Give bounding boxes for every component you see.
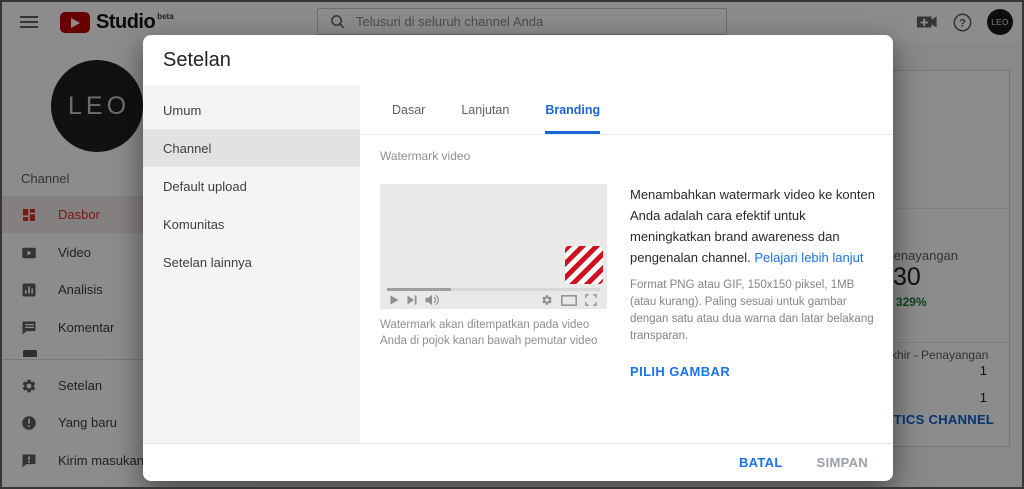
cancel-button[interactable]: BATAL xyxy=(731,451,791,474)
settings-content: Dasar Lanjutan Branding Watermark video xyxy=(360,85,893,443)
video-player-preview xyxy=(380,184,607,309)
video-area xyxy=(380,184,607,286)
watermark-description: Menambahkan watermark video ke konten An… xyxy=(630,184,875,268)
settings-nav: Umum Channel Default upload Komunitas Se… xyxy=(143,85,360,443)
settings-nav-umum[interactable]: Umum xyxy=(143,91,360,129)
watermark-preview-column: Watermark akan ditempatkan pada video An… xyxy=(380,184,607,381)
watermark-preview[interactable] xyxy=(565,246,603,284)
player-settings-gear-icon[interactable] xyxy=(541,294,553,306)
format-note: Format PNG atau GIF, 150x150 piksel, 1MB… xyxy=(630,277,875,345)
tab-lanjutan[interactable]: Lanjutan xyxy=(461,85,509,134)
dialog-title: Setelan xyxy=(163,49,231,72)
miniplayer-icon[interactable] xyxy=(561,295,577,306)
learn-more-link[interactable]: Pelajari lebih lanjut xyxy=(754,250,863,265)
save-button[interactable]: SIMPAN xyxy=(809,451,876,474)
settings-dialog: Setelan Umum Channel Default upload Komu… xyxy=(143,35,893,481)
player-progress-fill xyxy=(387,288,451,291)
settings-nav-setelan-lainnya[interactable]: Setelan lainnya xyxy=(143,243,360,281)
watermark-caption: Watermark akan ditempatkan pada video An… xyxy=(380,317,618,349)
volume-icon[interactable] xyxy=(425,294,439,306)
dialog-body: Umum Channel Default upload Komunitas Se… xyxy=(143,85,893,443)
next-icon[interactable] xyxy=(407,295,417,305)
play-icon[interactable] xyxy=(390,295,399,305)
settings-nav-channel[interactable]: Channel xyxy=(143,129,360,167)
channel-tabs: Dasar Lanjutan Branding xyxy=(360,85,893,135)
choose-image-button[interactable]: PILIH GAMBAR xyxy=(630,364,730,379)
tab-dasar[interactable]: Dasar xyxy=(392,85,425,134)
tab-branding[interactable]: Branding xyxy=(545,85,600,134)
youtube-studio-screen: Studio beta ? LEO LEO Channel Dasbor Vid… xyxy=(0,0,1024,489)
branding-pane: Watermark video xyxy=(360,135,893,381)
settings-nav-default-upload[interactable]: Default upload xyxy=(143,167,360,205)
dialog-footer: BATAL SIMPAN xyxy=(143,443,893,481)
watermark-field-label: Watermark video xyxy=(380,149,893,163)
dialog-header: Setelan xyxy=(143,35,893,85)
fullscreen-icon[interactable] xyxy=(585,294,597,306)
settings-nav-komunitas[interactable]: Komunitas xyxy=(143,205,360,243)
player-controls xyxy=(380,291,607,309)
player-progress-bar[interactable] xyxy=(387,288,600,291)
watermark-description-column: Menambahkan watermark video ke konten An… xyxy=(630,184,875,381)
